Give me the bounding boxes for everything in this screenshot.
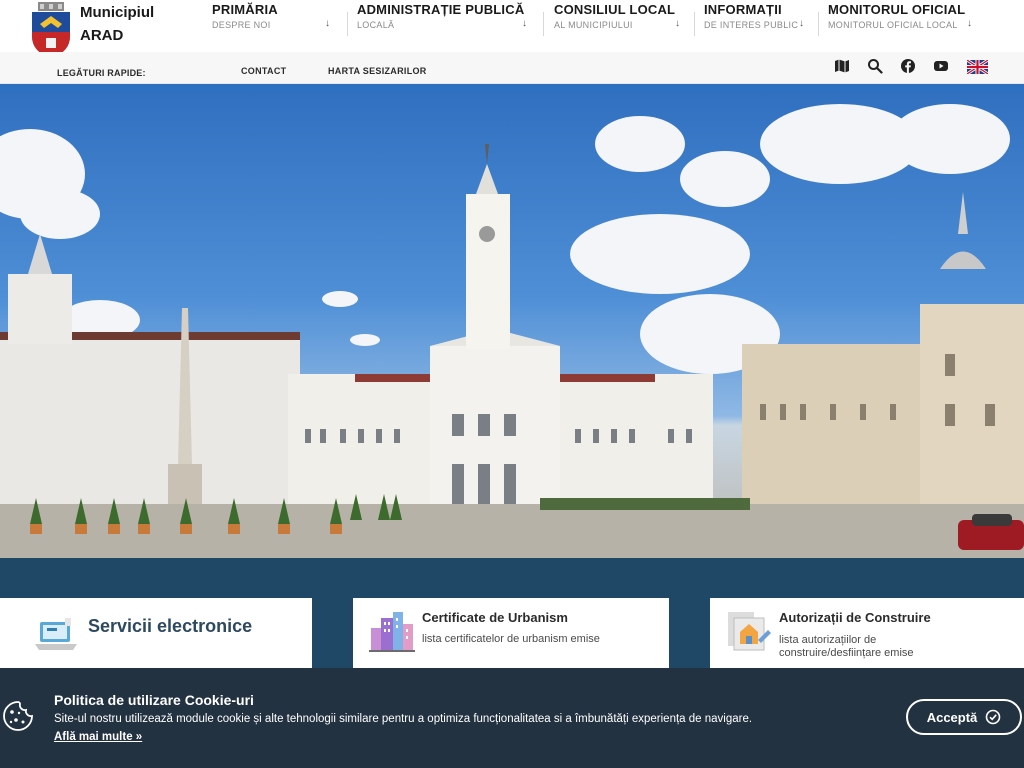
logo-line-arad: ARAD — [80, 27, 124, 44]
nav-subtitle: DE INTERES PUBLIC — [704, 20, 799, 30]
card-certificate-urbanism[interactable]: Certificate de Urbanism lista certificat… — [353, 598, 669, 668]
card-title: Autorizații de Construire — [779, 610, 931, 625]
uk-flag-icon[interactable] — [967, 60, 988, 74]
nav-title: ADMINISTRAȚIE PUBLICĂ — [357, 2, 525, 17]
card-description: lista certificatelor de urbanism emise — [422, 633, 600, 645]
harta-sesizarilor-link[interactable]: HARTA SESIZARILOR — [328, 66, 427, 76]
logo-line-municipiul: Municipiul — [80, 4, 155, 21]
map-icon[interactable] — [834, 58, 850, 74]
contact-link[interactable]: CONTACT — [241, 66, 286, 76]
nav-divider — [347, 12, 348, 36]
nav-subtitle: LOCALĂ — [357, 20, 395, 30]
site-header: Municipiul ARAD PRIMĂRIA DESPRE NOI ↓ AD… — [0, 0, 1024, 58]
arad-crest-logo[interactable] — [30, 2, 72, 58]
nav-divider — [818, 12, 819, 36]
nav-title: INFORMAȚII — [704, 2, 782, 17]
quick-links-bar: LEGĂTURI RAPIDE: CONTACT HARTA SESIZARIL… — [0, 52, 1024, 84]
nav-subtitle: AL MUNICIPIULUI — [554, 20, 633, 30]
nav-subtitle: DESPRE NOI — [212, 20, 271, 30]
city-buildings-icon — [369, 612, 415, 652]
chevron-down-icon: ↓ — [675, 18, 680, 29]
youtube-icon[interactable] — [933, 58, 949, 74]
nav-title: PRIMĂRIA — [212, 2, 278, 17]
nav-divider — [694, 12, 695, 36]
left-building — [0, 334, 300, 504]
check-circle-icon — [985, 709, 1001, 725]
card-servicii-electronice[interactable]: Servicii electronice — [0, 598, 312, 668]
clock-tower — [466, 194, 510, 349]
logo-text[interactable]: Municipiul ARAD — [80, 4, 154, 46]
card-title: Servicii electronice — [88, 616, 253, 636]
cookie-banner: Politica de utilizare Cookie-uri Site-ul… — [0, 668, 1024, 768]
facebook-icon[interactable] — [900, 58, 916, 74]
square-pavement — [0, 504, 1024, 558]
search-icon[interactable] — [867, 58, 883, 74]
nav-item-informatii[interactable]: INFORMAȚII DE INTERES PUBLIC ↓ — [704, 2, 808, 38]
quick-links-label: LEGĂTURI RAPIDE: — [57, 68, 146, 78]
cookie-accept-label: Acceptă — [926, 709, 978, 725]
nav-title: CONSILIUL LOCAL — [554, 2, 676, 17]
chevron-down-icon: ↓ — [967, 18, 972, 29]
hero-city-hall-photo — [0, 84, 1024, 558]
card-description: lista autorizațiilor de construire/desfi… — [779, 634, 914, 659]
cookie-title: Politica de utilizare Cookie-uri — [54, 692, 254, 708]
chevron-down-icon: ↓ — [325, 18, 330, 29]
nav-subtitle: MONITORUL OFICIAL LOCAL — [828, 20, 958, 30]
nav-item-consiliul-local[interactable]: CONSILIUL LOCAL AL MUNICIPIULUI ↓ — [554, 2, 684, 38]
nav-item-administratie[interactable]: ADMINISTRAȚIE PUBLICĂ LOCALĂ ↓ — [357, 2, 531, 38]
nav-item-primaria[interactable]: PRIMĂRIA DESPRE NOI ↓ — [212, 2, 334, 38]
cookie-learn-more-link[interactable]: Află mai multe » — [54, 731, 142, 743]
cookie-icon — [3, 701, 33, 731]
nav-title: MONITORUL OFICIAL — [828, 2, 966, 17]
city-hall-illustration — [0, 104, 1024, 558]
card-title: Certificate de Urbanism — [422, 610, 568, 625]
cookie-text: Site-ul nostru utilizează module cookie … — [54, 713, 753, 725]
chevron-down-icon: ↓ — [522, 18, 527, 29]
laptop-icon — [35, 618, 77, 650]
nav-divider — [543, 12, 544, 36]
card-autorizatii-construire[interactable]: Autorizații de Construire lista autoriza… — [710, 598, 1024, 668]
obelisk — [178, 308, 192, 464]
house-document-icon — [728, 612, 771, 651]
chevron-down-icon: ↓ — [799, 18, 804, 29]
cookie-accept-button[interactable]: Acceptă — [906, 699, 1022, 735]
nav-item-monitorul-oficial[interactable]: MONITORUL OFICIAL MONITORUL OFICIAL LOCA… — [828, 2, 976, 38]
